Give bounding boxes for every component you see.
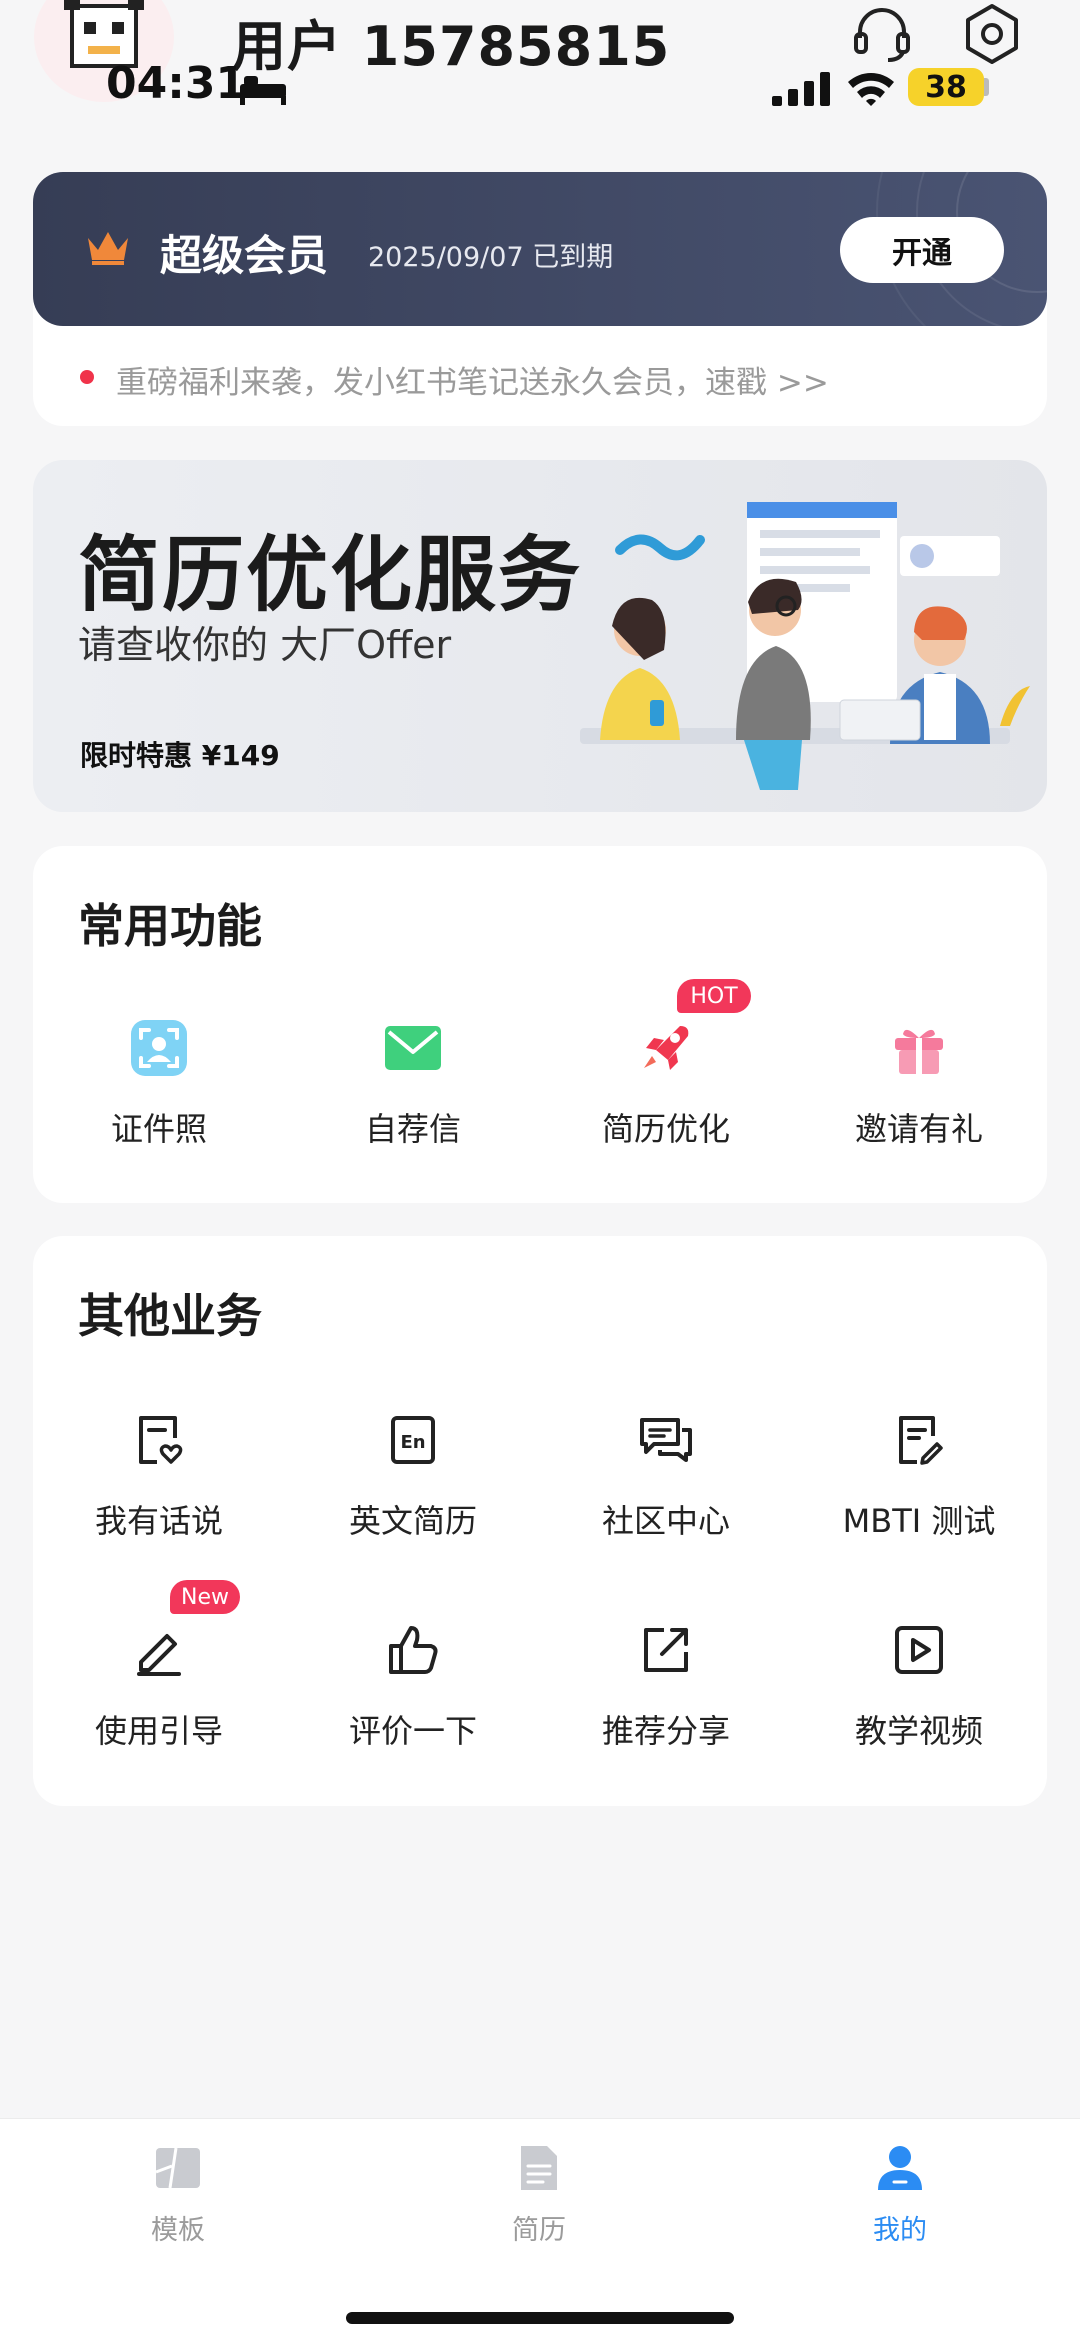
- feature-resume-optimize[interactable]: 简历优化: [551, 1016, 781, 1150]
- pen-icon: [137, 1634, 181, 1676]
- svg-text:En: En: [400, 1432, 425, 1453]
- test-icon: [899, 1416, 943, 1465]
- community-icon: [640, 1418, 692, 1462]
- mail-icon: [385, 1026, 441, 1070]
- resume-icon: [521, 2146, 557, 2190]
- profile-icon: [878, 2146, 922, 2190]
- feature-community[interactable]: 社区中心: [551, 1408, 781, 1542]
- sleep-mode-icon: [240, 76, 286, 105]
- tab-mine[interactable]: 我的: [800, 2142, 1000, 2247]
- feature-label: MBTI 测试: [842, 1502, 996, 1540]
- signal-icon: [772, 72, 830, 106]
- feature-label: 简历优化: [601, 1110, 730, 1148]
- common-functions-title: 常用功能: [78, 899, 262, 953]
- tab-label: 模板: [151, 2215, 205, 2246]
- battery-tip: [984, 78, 989, 96]
- feature-cover-letter[interactable]: 自荐信: [298, 1016, 528, 1150]
- new-badge: New: [170, 1580, 240, 1614]
- home-indicator[interactable]: [346, 2312, 734, 2324]
- feature-label: 推荐分享: [601, 1712, 730, 1750]
- feedback-icon: [139, 1416, 183, 1464]
- feature-rate-app[interactable]: 评价一下: [298, 1618, 528, 1752]
- feature-label: 邀请有礼: [854, 1110, 983, 1148]
- rocket-icon: [644, 1026, 689, 1070]
- feature-label: 自荐信: [364, 1110, 461, 1148]
- feature-label: 证件照: [110, 1110, 207, 1148]
- feature-mbti-test[interactable]: MBTI 测试: [804, 1408, 1034, 1542]
- feature-label: 社区中心: [601, 1502, 730, 1540]
- feature-id-photo[interactable]: 证件照: [44, 1016, 274, 1150]
- tab-label: 简历: [512, 2215, 566, 2246]
- banner-subtitle: 请查收你的 大厂Offer: [78, 623, 452, 667]
- people-illustration: [580, 502, 1030, 790]
- tab-label: 我的: [873, 2215, 927, 2246]
- share-icon: [644, 1628, 688, 1672]
- status-time: 04:31: [106, 58, 247, 109]
- tab-resume[interactable]: 简历: [439, 2142, 639, 2247]
- username: 用户 15785815: [232, 15, 671, 78]
- feature-user-guide[interactable]: 使用引导: [44, 1618, 274, 1752]
- feature-label: 评价一下: [348, 1712, 477, 1750]
- feature-label: 我有话说: [94, 1502, 223, 1540]
- english-icon: En: [391, 1416, 435, 1464]
- vip-expire-date: 2025/09/07 已到期: [368, 242, 614, 273]
- vip-open-button[interactable]: 开通: [840, 217, 1004, 283]
- settings-icon[interactable]: [960, 2, 1024, 66]
- thumbs-up-icon: [389, 1626, 438, 1674]
- feature-tutorial-video[interactable]: 教学视频: [804, 1618, 1034, 1752]
- wifi-icon: [848, 73, 894, 106]
- tab-templates[interactable]: 模板: [78, 2142, 278, 2247]
- gift-icon: [895, 1029, 943, 1074]
- feature-label: 使用引导: [94, 1712, 223, 1750]
- banner-price: 限时特惠 ¥149: [80, 739, 280, 772]
- feature-invite-gift[interactable]: 邀请有礼: [804, 1016, 1034, 1150]
- other-business-title: 其他业务: [78, 1289, 262, 1343]
- template-icon: [155, 2147, 200, 2189]
- vip-title: 超级会员: [160, 231, 329, 280]
- battery-level: 38: [908, 68, 984, 106]
- feature-label: 英文简历: [348, 1502, 477, 1540]
- feature-english-resume[interactable]: En 英文简历: [298, 1408, 528, 1542]
- notice-dot: [80, 370, 94, 384]
- crown-icon: [88, 232, 128, 265]
- feature-feedback[interactable]: 我有话说: [44, 1408, 274, 1542]
- hot-badge: HOT: [677, 979, 751, 1013]
- customer-service-icon[interactable]: [850, 4, 914, 64]
- feature-share[interactable]: 推荐分享: [551, 1618, 781, 1752]
- promo-notice-link[interactable]: 重磅福利来袭，发小红书笔记送永久会员，速戳 >>: [116, 357, 829, 402]
- video-icon: [895, 1626, 943, 1674]
- feature-label: 教学视频: [854, 1712, 983, 1750]
- id-photo-icon: [131, 1020, 187, 1076]
- banner-title: 简历优化服务: [78, 528, 583, 623]
